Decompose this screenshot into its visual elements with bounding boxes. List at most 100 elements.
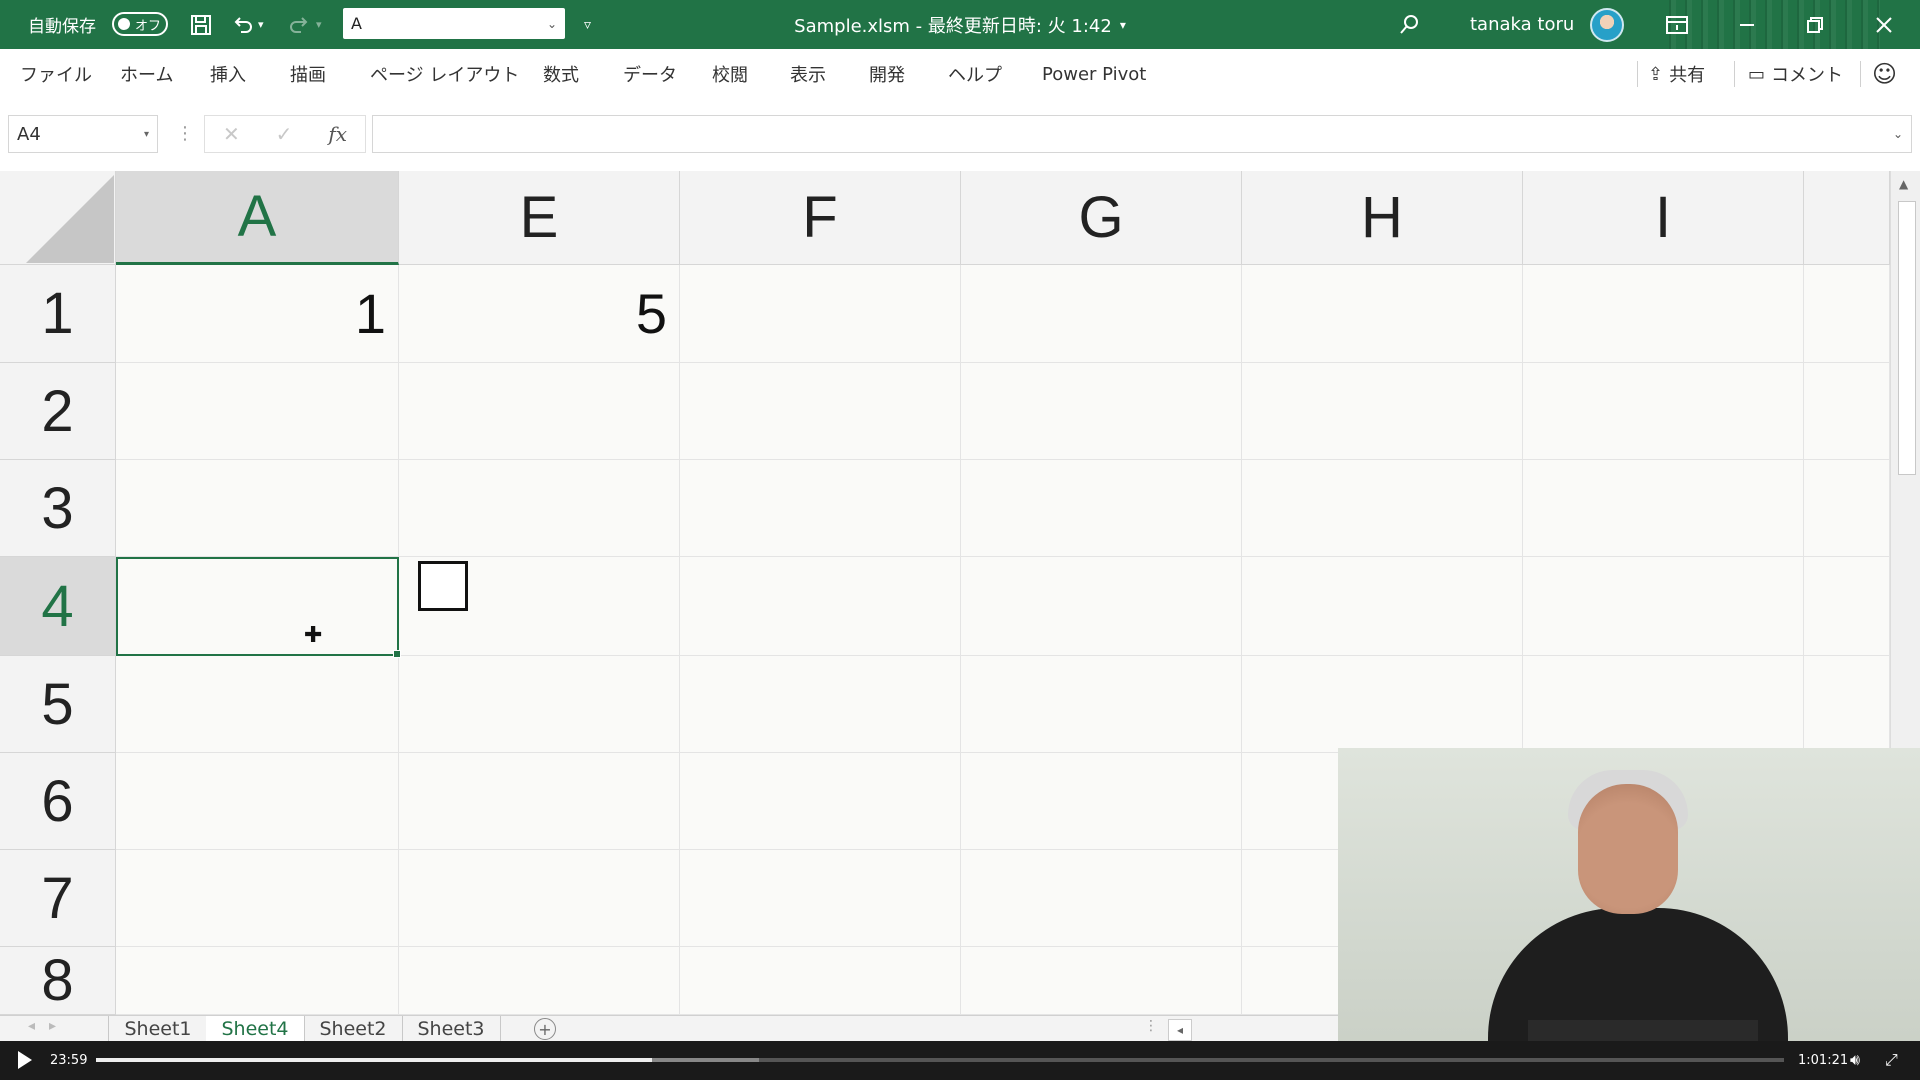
- cell[interactable]: [1242, 363, 1523, 460]
- cancel-icon[interactable]: ✕: [223, 122, 240, 146]
- tab-developer[interactable]: 開発: [869, 49, 905, 99]
- sheet-nav-arrows-icon[interactable]: ◂▸: [28, 1018, 70, 1034]
- cell[interactable]: [961, 753, 1242, 850]
- cell[interactable]: [1523, 557, 1804, 656]
- checkbox-shape[interactable]: [418, 561, 468, 611]
- cell[interactable]: [399, 460, 680, 557]
- document-title[interactable]: Sample.xlsm - 最終更新日時: 火 1:42 ▾: [760, 0, 1160, 49]
- redo-dropdown-icon[interactable]: ▾: [316, 0, 322, 49]
- sheet-tab-sheet4[interactable]: Sheet4: [206, 1016, 305, 1044]
- cell[interactable]: [680, 557, 961, 656]
- sheet-tab-sheet1[interactable]: Sheet1: [108, 1016, 208, 1042]
- cell[interactable]: [116, 850, 399, 947]
- tab-help[interactable]: ヘルプ: [948, 49, 1002, 99]
- restore-icon[interactable]: [1798, 0, 1832, 49]
- cell[interactable]: [1242, 557, 1523, 656]
- ribbon-display-icon[interactable]: [1660, 0, 1694, 49]
- user-name[interactable]: tanaka toru: [1470, 0, 1574, 49]
- row-header-4[interactable]: 4: [0, 557, 116, 656]
- cell[interactable]: [116, 656, 399, 753]
- scroll-left-icon[interactable]: ◂: [1168, 1019, 1192, 1041]
- add-sheet-icon[interactable]: +: [534, 1018, 556, 1040]
- name-box[interactable]: A4 ▾: [8, 115, 158, 153]
- cell[interactable]: [1523, 460, 1804, 557]
- cell[interactable]: [116, 753, 399, 850]
- customize-qat-icon[interactable]: ▿: [584, 0, 591, 49]
- cell[interactable]: [961, 850, 1242, 947]
- more-options-icon[interactable]: ⋮: [176, 123, 194, 144]
- cell-e2[interactable]: [399, 363, 680, 460]
- row-header-8[interactable]: 8: [0, 947, 116, 1015]
- formula-input[interactable]: ⌄: [372, 115, 1912, 153]
- cell[interactable]: [680, 265, 961, 363]
- column-header-i[interactable]: I: [1523, 171, 1804, 265]
- cell[interactable]: [1242, 265, 1523, 363]
- cell-a3[interactable]: [116, 460, 399, 557]
- cell[interactable]: [1242, 460, 1523, 557]
- save-icon[interactable]: [184, 0, 218, 49]
- cell[interactable]: [1804, 460, 1890, 557]
- expand-formula-icon[interactable]: ⌄: [1893, 127, 1903, 141]
- tab-home[interactable]: ホーム: [120, 49, 173, 99]
- column-header-a[interactable]: A: [116, 171, 399, 265]
- scroll-up-icon[interactable]: ▲: [1899, 177, 1908, 191]
- sheet-tab-sheet3[interactable]: Sheet3: [402, 1016, 501, 1042]
- close-icon[interactable]: [1867, 0, 1901, 49]
- cell[interactable]: [680, 656, 961, 753]
- column-header-f[interactable]: F: [680, 171, 961, 265]
- cell[interactable]: [1804, 656, 1890, 753]
- cell[interactable]: [1523, 656, 1804, 753]
- cell[interactable]: [399, 850, 680, 947]
- cell[interactable]: [399, 947, 680, 1015]
- redo-icon[interactable]: [282, 0, 316, 49]
- feedback-smiley-icon[interactable]: ☺: [1872, 59, 1897, 89]
- cell[interactable]: [1242, 656, 1523, 753]
- sheet-tab-sheet2[interactable]: Sheet2: [304, 1016, 403, 1042]
- row-header-3[interactable]: 3: [0, 460, 116, 557]
- tab-file[interactable]: ファイル: [20, 49, 92, 99]
- scrollbar-thumb[interactable]: [1898, 201, 1916, 475]
- cell[interactable]: [961, 656, 1242, 753]
- cell[interactable]: [680, 850, 961, 947]
- tab-formulas[interactable]: 数式: [543, 49, 579, 99]
- column-header-h[interactable]: H: [1242, 171, 1523, 265]
- tab-draw[interactable]: 描画: [290, 49, 326, 99]
- share-button[interactable]: ⇪ 共有: [1648, 59, 1705, 89]
- minimize-icon[interactable]: [1730, 0, 1764, 49]
- cell[interactable]: [680, 947, 961, 1015]
- cell[interactable]: [1523, 363, 1804, 460]
- row-header-1[interactable]: 1: [0, 265, 116, 363]
- cell[interactable]: [1523, 265, 1804, 363]
- tab-page-layout[interactable]: ページ レイアウト: [370, 49, 519, 99]
- cell[interactable]: [961, 363, 1242, 460]
- progress-bar[interactable]: [96, 1058, 1784, 1062]
- fill-handle[interactable]: [393, 650, 401, 658]
- cell[interactable]: [961, 265, 1242, 363]
- row-header-2[interactable]: 2: [0, 363, 116, 460]
- row-header-5[interactable]: 5: [0, 656, 116, 753]
- fullscreen-icon[interactable]: ⤢: [1885, 1050, 1898, 1070]
- cell-a2[interactable]: [116, 363, 399, 460]
- split-handle-icon[interactable]: ⋮: [1144, 1018, 1158, 1034]
- row-header-6[interactable]: 6: [0, 753, 116, 850]
- tab-view[interactable]: 表示: [790, 49, 826, 99]
- cell[interactable]: [1804, 557, 1890, 656]
- column-header-partial[interactable]: [1804, 171, 1890, 265]
- cell[interactable]: [680, 460, 961, 557]
- comment-button[interactable]: ▭ コメント: [1748, 59, 1843, 89]
- cell[interactable]: [961, 947, 1242, 1015]
- enter-icon[interactable]: ✓: [276, 122, 293, 146]
- undo-dropdown-icon[interactable]: ▾: [258, 0, 264, 49]
- column-header-e[interactable]: E: [399, 171, 680, 265]
- volume-icon[interactable]: 🔊︎: [1850, 1050, 1860, 1070]
- cell[interactable]: [680, 363, 961, 460]
- cell[interactable]: [961, 557, 1242, 656]
- cell[interactable]: [961, 460, 1242, 557]
- play-icon[interactable]: [18, 1051, 32, 1069]
- cell-e1[interactable]: 5: [399, 265, 680, 363]
- row-header-7[interactable]: 7: [0, 850, 116, 947]
- cell[interactable]: [399, 753, 680, 850]
- search-icon[interactable]: [1392, 0, 1426, 49]
- cell-a1[interactable]: 1: [116, 265, 399, 363]
- undo-icon[interactable]: [226, 0, 260, 49]
